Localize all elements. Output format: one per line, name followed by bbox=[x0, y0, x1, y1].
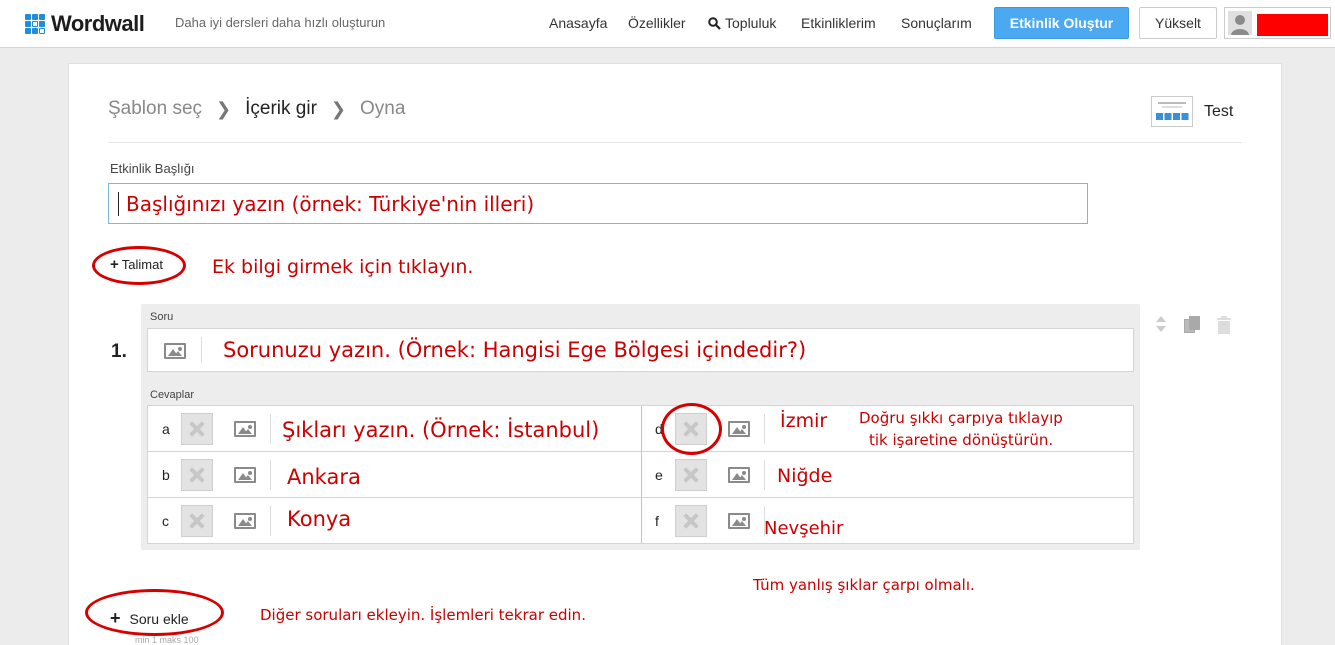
divider bbox=[764, 460, 765, 490]
title-annotation: Başlığınızı yazın (örnek: Türkiye'nin il… bbox=[126, 192, 535, 216]
breadcrumb-play[interactable]: Oyna bbox=[360, 98, 405, 120]
option-annotation: Şıkları yazın. (Örnek: İstanbul) bbox=[282, 418, 600, 442]
correct-answer-annotation-line1: Doğru şıkkı çarpıya tıklayıp bbox=[859, 409, 1063, 427]
nav-home[interactable]: Anasayfa bbox=[549, 15, 607, 31]
divider bbox=[764, 414, 765, 444]
redacted-username bbox=[1257, 14, 1328, 36]
instruction-annotation: Ek bilgi girmek için tıklayın. bbox=[212, 256, 474, 278]
nav-community[interactable]: Topluluk bbox=[708, 15, 776, 31]
user-icon bbox=[1228, 11, 1252, 35]
divider bbox=[108, 142, 1242, 143]
answer-letter-b: b bbox=[162, 467, 170, 483]
question-limit-note: min 1 maks 100 bbox=[135, 635, 199, 645]
text-cursor bbox=[118, 192, 119, 216]
answer-f-incorrect-toggle[interactable] bbox=[675, 505, 707, 537]
answer-b-incorrect-toggle[interactable] bbox=[181, 459, 213, 491]
tagline: Daha iyi dersleri daha hızlı oluşturun bbox=[175, 15, 386, 30]
correct-answer-annotation-line2: tik işaretine dönüştürün. bbox=[869, 431, 1054, 449]
answer-e-incorrect-toggle[interactable] bbox=[675, 459, 707, 491]
template-name: Test bbox=[1204, 103, 1234, 120]
reorder-icon[interactable] bbox=[1155, 316, 1167, 334]
wrong-answers-annotation: Tüm yanlış şıklar çarpı olmalı. bbox=[753, 576, 975, 594]
image-icon[interactable] bbox=[164, 343, 186, 359]
answer-a-incorrect-toggle[interactable] bbox=[181, 413, 213, 445]
breadcrumb: Şablon seç ❯ İçerik gir ❯ Oyna bbox=[108, 98, 405, 120]
question-label: Soru bbox=[150, 311, 174, 323]
image-icon[interactable] bbox=[234, 467, 256, 483]
divider bbox=[270, 460, 271, 490]
answer-letter-a: a bbox=[162, 421, 170, 437]
answer-e-annotation: Niğde bbox=[777, 465, 833, 487]
chevron-right-icon: ❯ bbox=[330, 98, 346, 119]
answer-b-annotation: Ankara bbox=[287, 465, 361, 489]
add-question-annotation: Diğer soruları ekleyin. İşlemleri tekrar… bbox=[260, 606, 586, 624]
image-icon[interactable] bbox=[728, 421, 750, 437]
answer-d-annotation: İzmir bbox=[780, 410, 828, 432]
annotation-circle bbox=[661, 403, 722, 455]
image-icon[interactable] bbox=[234, 513, 256, 529]
answers-label: Cevaplar bbox=[150, 389, 195, 401]
chevron-right-icon: ❯ bbox=[216, 98, 232, 119]
logo-icon bbox=[25, 13, 46, 35]
logo-text: Wordwall bbox=[51, 11, 145, 36]
annotation-circle bbox=[92, 246, 186, 285]
upgrade-button[interactable]: Yükselt bbox=[1139, 7, 1217, 39]
delete-icon[interactable] bbox=[1217, 316, 1231, 334]
top-navigation-bar: Wordwall Daha iyi dersleri daha hızlı ol… bbox=[0, 0, 1335, 48]
answer-f-annotation: Nevşehir bbox=[764, 518, 844, 539]
answer-c-incorrect-toggle[interactable] bbox=[181, 505, 213, 537]
image-icon[interactable] bbox=[728, 467, 750, 483]
nav-features[interactable]: Özellikler bbox=[628, 15, 686, 31]
answer-letter-f: f bbox=[655, 513, 659, 529]
divider bbox=[270, 506, 271, 536]
create-activity-button[interactable]: Etkinlik Oluştur bbox=[994, 7, 1129, 39]
avatar bbox=[1228, 11, 1252, 35]
breadcrumb-choose-template[interactable]: Şablon seç bbox=[108, 98, 202, 120]
divider bbox=[270, 414, 271, 444]
quiz-template-icon bbox=[1156, 102, 1189, 120]
divider bbox=[641, 406, 642, 543]
question-annotation: Sorunuzu yazın. (Örnek: Hangisi Ege Bölg… bbox=[223, 338, 807, 362]
image-icon[interactable] bbox=[728, 513, 750, 529]
nav-results[interactable]: Sonuçlarım bbox=[901, 15, 972, 31]
nav-community-label: Topluluk bbox=[725, 15, 777, 31]
answer-letter-e: e bbox=[655, 467, 663, 483]
breadcrumb-enter-content: İçerik gir bbox=[245, 98, 317, 119]
image-icon[interactable] bbox=[234, 421, 256, 437]
template-thumbnail[interactable] bbox=[1151, 96, 1193, 127]
duplicate-icon[interactable] bbox=[1184, 316, 1201, 334]
annotation-circle bbox=[85, 589, 224, 636]
wordwall-logo[interactable]: Wordwall bbox=[25, 11, 145, 37]
answer-c-annotation: Konya bbox=[287, 507, 352, 531]
activity-title-label: Etkinlik Başlığı bbox=[110, 161, 195, 176]
nav-my-activities[interactable]: Etkinliklerim bbox=[801, 15, 876, 31]
divider bbox=[201, 337, 202, 363]
question-number: 1. bbox=[111, 341, 127, 362]
user-menu[interactable] bbox=[1224, 7, 1331, 39]
answer-letter-c: c bbox=[162, 513, 169, 529]
search-icon bbox=[708, 16, 721, 30]
